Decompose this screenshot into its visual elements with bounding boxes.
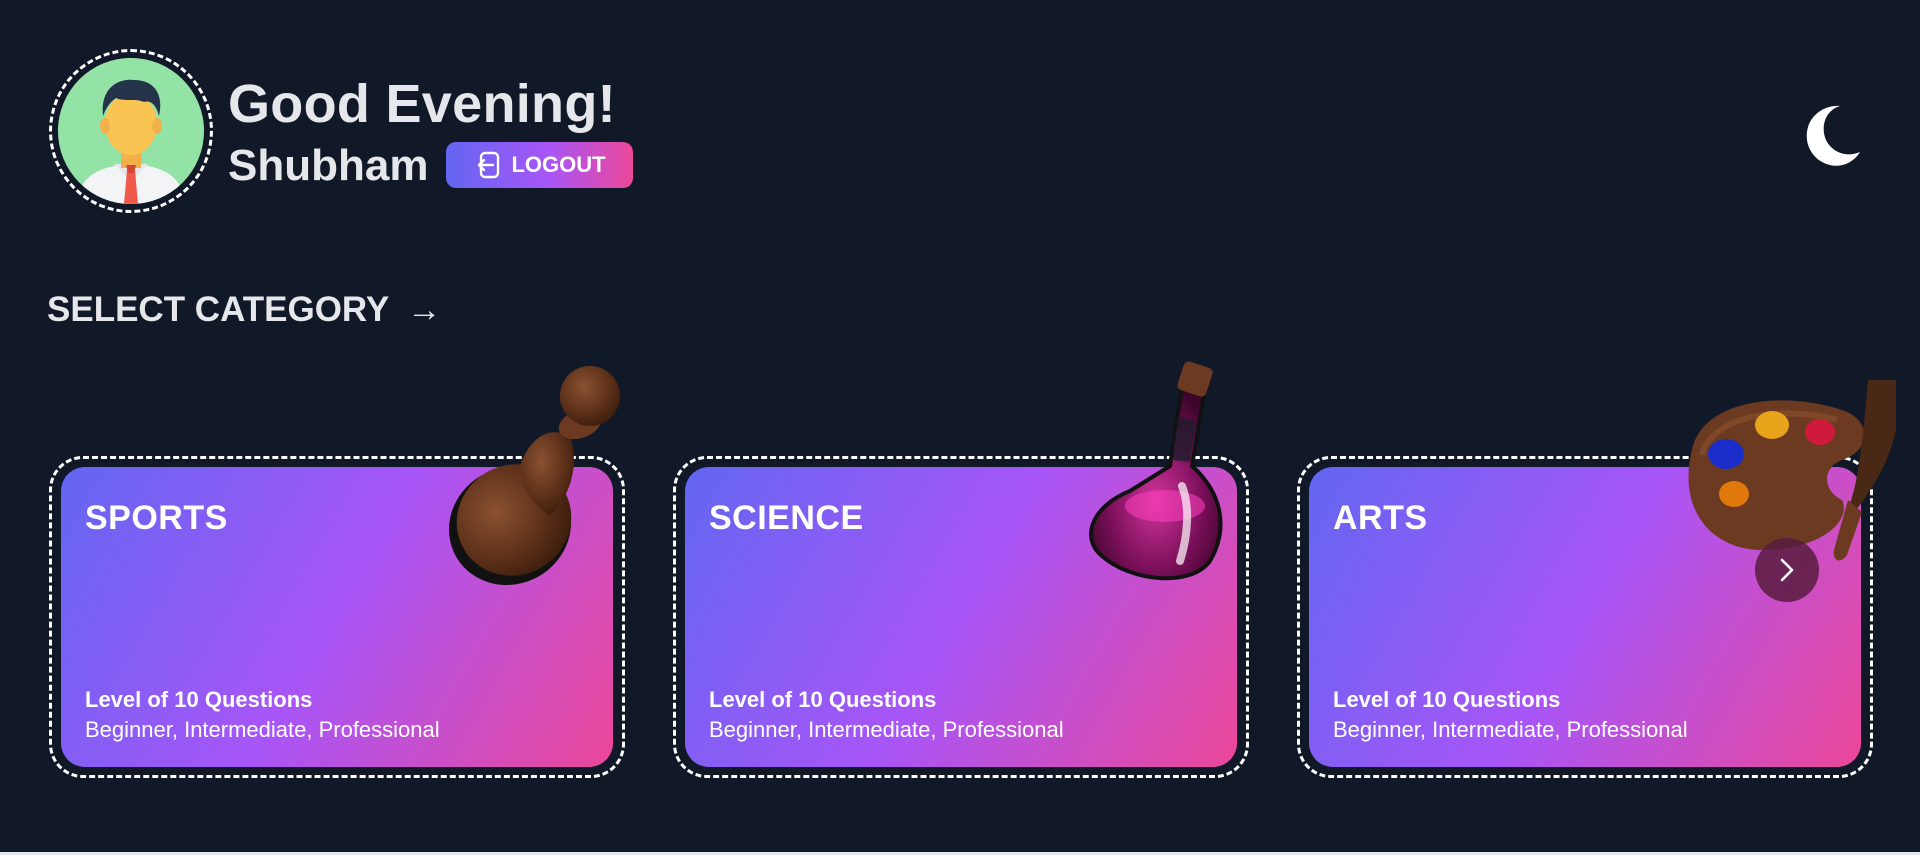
select-category-heading[interactable]: SELECT CATEGORY → — [47, 290, 441, 330]
card-difficulty-levels: Beginner, Intermediate, Professional — [1333, 717, 1688, 742]
section-title-text: SELECT CATEGORY — [47, 290, 390, 329]
card-difficulty-levels: Beginner, Intermediate, Professional — [709, 717, 1064, 742]
carousel-next-button[interactable] — [1755, 538, 1819, 602]
logout-button[interactable]: LOGOUT — [446, 142, 633, 188]
logout-label: LOGOUT — [511, 152, 606, 177]
card-question-count: Level of 10 Questions — [1333, 687, 1561, 712]
greeting-heading: Good Evening! — [228, 74, 616, 134]
card-difficulty-levels: Beginner, Intermediate, Professional — [85, 717, 440, 742]
username: Shubham — [228, 141, 429, 190]
page: Good Evening! Shubham LOGOUT SELECT CATE… — [0, 0, 1920, 855]
moon-icon — [1806, 105, 1860, 166]
logout-icon — [478, 151, 500, 179]
card-title: ARTS — [1333, 499, 1428, 537]
card-title: SPORTS — [85, 499, 228, 537]
category-card-arts[interactable]: ARTS Level of 10 Questions Beginner, Int… — [1309, 467, 1861, 767]
chevron-right-icon — [1780, 558, 1794, 582]
category-card-sports[interactable]: SPORTS Level of 10 Questions Beginner, I… — [61, 467, 613, 767]
card-title: SCIENCE — [709, 499, 864, 537]
card-question-count: Level of 10 Questions — [709, 687, 937, 712]
avatar[interactable] — [58, 58, 204, 204]
category-card-science[interactable]: SCIENCE Level of 10 Questions Beginner, … — [685, 467, 1237, 767]
theme-toggle[interactable] — [1800, 100, 1870, 170]
card-question-count: Level of 10 Questions — [85, 687, 313, 712]
user-avatar-icon — [58, 58, 204, 204]
arrow-right-icon: → — [407, 290, 442, 329]
